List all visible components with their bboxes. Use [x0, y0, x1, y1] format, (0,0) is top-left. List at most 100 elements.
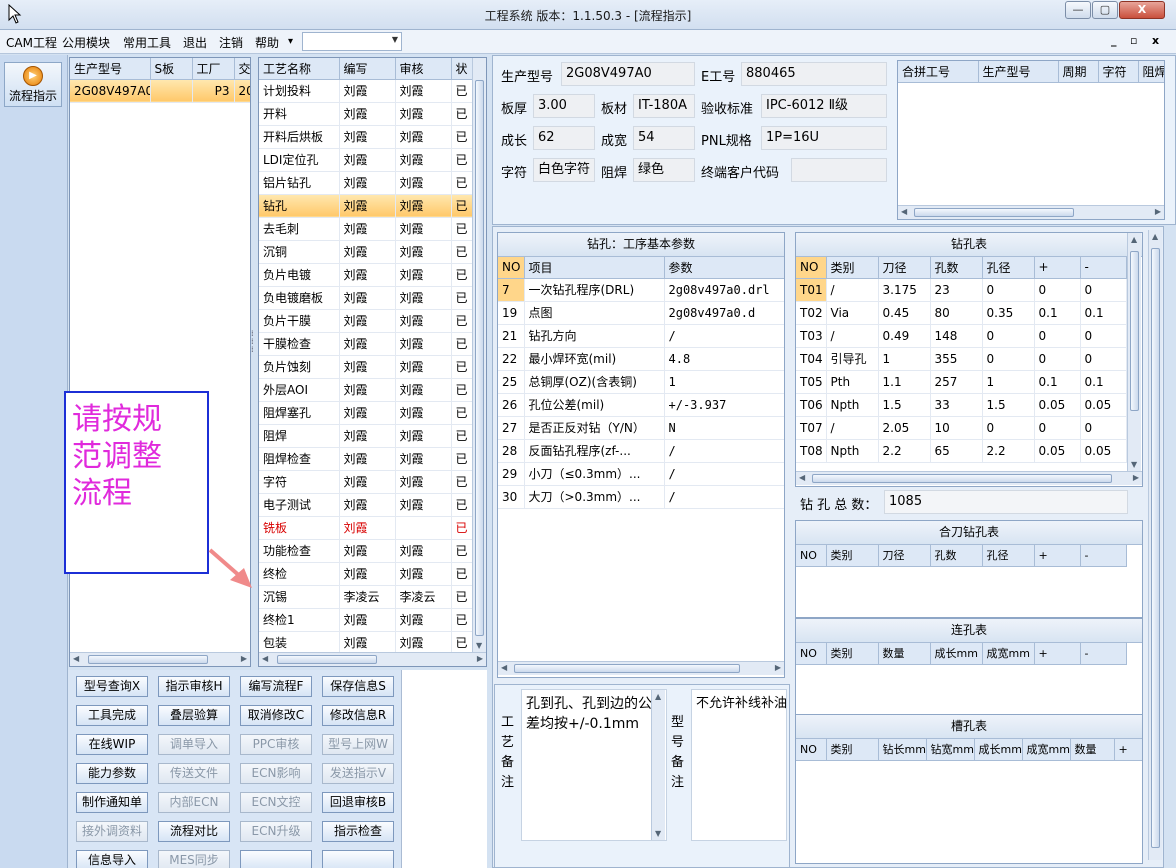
- table-row[interactable]: 功能检查 刘霞 刘霞已: [259, 539, 474, 563]
- drill-params-hscroll[interactable]: ◀ ▶: [498, 661, 784, 675]
- table-row[interactable]: 阻焊检查 刘霞 刘霞已: [259, 447, 474, 471]
- action-button[interactable]: ECN影响: [240, 763, 312, 784]
- scroll-thumb[interactable]: [812, 474, 1112, 483]
- remark-vscroll[interactable]: ▲ ▼: [651, 690, 665, 840]
- scroll-thumb[interactable]: [475, 80, 484, 636]
- combine-grid-hscroll[interactable]: ◀ ▶: [898, 205, 1164, 219]
- menu-logout[interactable]: 注销: [219, 34, 243, 51]
- col-header-link-table-5[interactable]: +: [1034, 643, 1081, 665]
- action-button[interactable]: 叠层验算: [158, 705, 230, 726]
- col-header-item[interactable]: 项目: [524, 257, 665, 279]
- menu-exit[interactable]: 退出: [183, 34, 207, 51]
- table-row[interactable]: 2G08V497A0 P3 20: [70, 79, 250, 103]
- table-row[interactable]: 7 一次钻孔程序(DRL) 2g08v497a0.drl: [498, 278, 784, 302]
- action-button[interactable]: 保存信息S: [322, 676, 394, 697]
- col-header-no[interactable]: NO: [498, 257, 525, 279]
- table-row[interactable]: T02 Via 0.45 80 0.35 0.1 0.1: [796, 301, 1127, 325]
- scroll-thumb[interactable]: [88, 655, 208, 664]
- process-grid-hscroll[interactable]: ◀ ▶: [259, 652, 486, 666]
- action-button[interactable]: 在线WIP: [76, 734, 148, 755]
- pnl-field[interactable]: 1P=16U: [761, 126, 887, 150]
- col-header-link-table-2[interactable]: 数量: [878, 643, 931, 665]
- col-header-slot-table-1[interactable]: 类别: [826, 739, 879, 761]
- table-row[interactable]: T05 Pth 1.1 257 1 0.1 0.1: [796, 370, 1127, 394]
- length-field[interactable]: 62: [533, 126, 595, 150]
- col-header-char[interactable]: 字符: [1098, 61, 1139, 83]
- scroll-thumb[interactable]: [914, 208, 1074, 217]
- table-row[interactable]: 电子测试 刘霞 刘霞已: [259, 493, 474, 517]
- action-button[interactable]: 传送文件: [158, 763, 230, 784]
- action-button[interactable]: 流程对比: [158, 821, 230, 842]
- col-header-slot-table-2[interactable]: 钻长mm: [878, 739, 927, 761]
- thick-field[interactable]: 3.00: [533, 94, 595, 118]
- col-header-slot-table-0[interactable]: NO: [796, 739, 827, 761]
- col-header-hole-dia[interactable]: 孔径: [982, 257, 1035, 279]
- table-row[interactable]: 阻焊 刘霞 刘霞已: [259, 424, 474, 448]
- table-row[interactable]: 干膜检查 刘霞 刘霞已: [259, 332, 474, 356]
- action-button[interactable]: ECN升级: [240, 821, 312, 842]
- splitter-grip[interactable]: ⁞ ⁞ ⁞: [251, 330, 257, 370]
- col-header-period[interactable]: 周期: [1058, 61, 1099, 83]
- table-row[interactable]: 负电镀磨板 刘霞 刘霞已: [259, 286, 474, 310]
- col-header-slot-table-4[interactable]: 成长mm: [974, 739, 1023, 761]
- table-row[interactable]: T06 Npth 1.5 33 1.5 0.05 0.05: [796, 393, 1127, 417]
- scroll-down-icon[interactable]: ▼: [655, 829, 661, 838]
- table-row[interactable]: 21 钻孔方向 /: [498, 324, 784, 348]
- table-row[interactable]: T01/3.175 23 0 0 0: [796, 278, 1127, 302]
- menu-cam[interactable]: CAM工程: [6, 34, 57, 51]
- table-row[interactable]: 终检 刘霞 刘霞已: [259, 562, 474, 586]
- enduser-field[interactable]: [791, 158, 887, 182]
- action-button[interactable]: 回退审核B: [322, 792, 394, 813]
- mdi-minimize-button[interactable]: _: [1111, 34, 1117, 47]
- col-header-s-board[interactable]: S板: [150, 58, 193, 80]
- col-header-tool-dia[interactable]: 刀径: [878, 257, 931, 279]
- table-row[interactable]: 沉铜 刘霞 刘霞已: [259, 240, 474, 264]
- table-row[interactable]: 22 最小焊环宽(mil) 4.8: [498, 347, 784, 371]
- table-row[interactable]: 阻焊塞孔 刘霞 刘霞已: [259, 401, 474, 425]
- col-header-link-table-3[interactable]: 成长mm: [930, 643, 983, 665]
- drill-table-vscroll[interactable]: ▲ ▼: [1127, 233, 1141, 471]
- action-button[interactable]: 制作通知单: [76, 792, 148, 813]
- table-row[interactable]: 开料后烘板 刘霞 刘霞已: [259, 125, 474, 149]
- mask-field[interactable]: 绿色: [633, 158, 695, 182]
- col-header-hole-count[interactable]: 孔数: [930, 257, 983, 279]
- col-header-plus[interactable]: +: [1034, 257, 1081, 279]
- table-row[interactable]: 27 是否正反对钻（Y/N） N: [498, 416, 784, 440]
- table-row[interactable]: T03/0.49 148 0 0 0: [796, 324, 1127, 348]
- menu-common-tools[interactable]: 常用工具: [123, 34, 171, 51]
- col-header-merge-table-1[interactable]: 类别: [826, 545, 879, 567]
- scroll-left-icon[interactable]: ◀: [501, 663, 507, 672]
- action-button[interactable]: 指示检查: [322, 821, 394, 842]
- table-row[interactable]: LDI定位孔 刘霞 刘霞已: [259, 148, 474, 172]
- action-button[interactable]: 能力参数: [76, 763, 148, 784]
- mdi-close-button[interactable]: x: [1152, 34, 1159, 47]
- width-field[interactable]: 54: [633, 126, 695, 150]
- flow-indicator-button[interactable]: ▶ 流程指示: [4, 62, 62, 107]
- col-header-reviewer[interactable]: 审核: [395, 58, 452, 80]
- table-row[interactable]: 28 反面钻孔程序(zf-... /: [498, 439, 784, 463]
- content-vscroll[interactable]: ▲: [1148, 230, 1162, 860]
- col-header-slot-table-7[interactable]: +: [1114, 739, 1142, 761]
- table-row[interactable]: 负片蚀刻 刘霞 刘霞已: [259, 355, 474, 379]
- action-button[interactable]: 接外调资料: [76, 821, 148, 842]
- scroll-left-icon[interactable]: ◀: [73, 654, 79, 663]
- col-header-link-table-6[interactable]: -: [1080, 643, 1127, 665]
- action-button[interactable]: MES同步: [158, 850, 230, 868]
- action-button[interactable]: 取消修改C: [240, 705, 312, 726]
- scroll-up-icon[interactable]: ▲: [1131, 235, 1137, 244]
- menu-help[interactable]: 帮助: [255, 34, 279, 51]
- scroll-left-icon[interactable]: ◀: [262, 654, 268, 663]
- mdi-restore-button[interactable]: ▫: [1130, 34, 1137, 47]
- action-button[interactable]: 内部ECN: [158, 792, 230, 813]
- col-header-no[interactable]: NO: [796, 257, 827, 279]
- col-header-merge-table-6[interactable]: -: [1080, 545, 1127, 567]
- table-row[interactable]: 26 孔位公差(mil) +/-3.937: [498, 393, 784, 417]
- col-header-merge-table-4[interactable]: 孔径: [982, 545, 1035, 567]
- scroll-right-icon[interactable]: ▶: [775, 663, 781, 672]
- char-field[interactable]: 白色字符: [533, 158, 595, 182]
- scroll-up-icon[interactable]: ▲: [655, 692, 661, 701]
- material-field[interactable]: IT-180A: [633, 94, 695, 118]
- col-header-model[interactable]: 生产型号: [70, 58, 151, 80]
- scroll-thumb[interactable]: [514, 664, 740, 673]
- standard-field[interactable]: IPC-6012 Ⅱ级: [761, 94, 887, 118]
